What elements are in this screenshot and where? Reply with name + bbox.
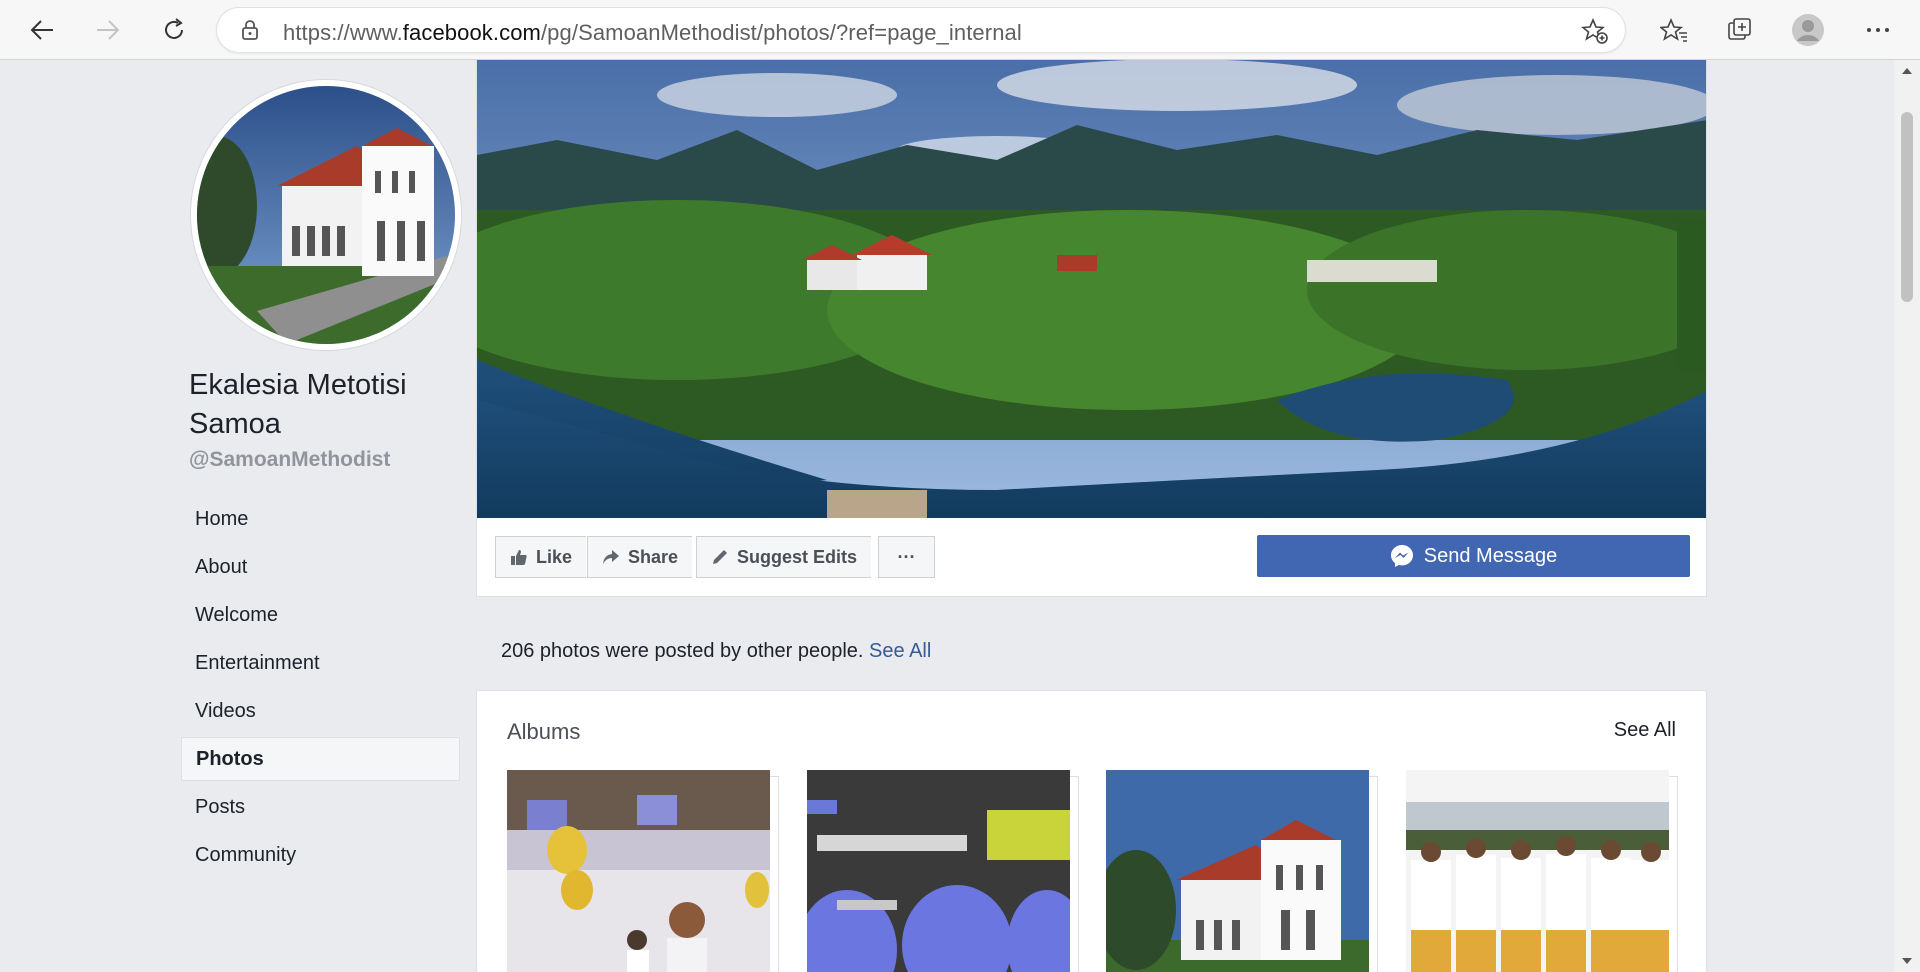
more-actions-button[interactable]: ··· (878, 536, 935, 578)
favorites-icon[interactable] (1654, 10, 1694, 50)
albums-section: Albums See All (476, 690, 1707, 972)
aerial-landscape-icon (477, 60, 1706, 518)
collections-icon[interactable] (1720, 10, 1760, 50)
photos-by-others: 206 photos were posted by other people. … (501, 640, 931, 663)
album-card[interactable] (1406, 770, 1678, 972)
sidebar-item-community[interactable]: Community (181, 833, 460, 877)
forward-icon[interactable] (88, 10, 128, 50)
thumbs-up-icon (511, 550, 527, 565)
albums-see-all-link[interactable]: See All (1614, 719, 1676, 742)
add-favorite-icon[interactable] (1580, 17, 1609, 50)
sidebar-item-welcome[interactable]: Welcome (181, 593, 460, 637)
share-label: Share (628, 546, 679, 567)
album-thumbnail[interactable] (1406, 770, 1669, 972)
back-icon[interactable] (22, 10, 62, 50)
album-card[interactable] (807, 770, 1079, 972)
address-bar[interactable]: https://www.facebook.com/pg/SamoanMethod… (216, 7, 1626, 53)
page-title[interactable]: Ekalesia Metotisi Samoa (189, 366, 449, 444)
album-thumbnail[interactable] (1106, 770, 1369, 972)
sidebar-item-videos[interactable]: Videos (181, 689, 460, 733)
more-dots-icon: ··· (897, 546, 916, 567)
album-thumbnail[interactable] (807, 770, 1070, 972)
photos-by-others-text: 206 photos were posted by other people. (501, 640, 864, 662)
sidebar-item-home[interactable]: Home (181, 497, 460, 541)
url-text[interactable]: https://www.facebook.com/pg/SamoanMethod… (283, 20, 1022, 46)
like-label: Like (536, 546, 573, 567)
scrollbar-thumb[interactable] (1901, 112, 1913, 302)
suggest-edits-button[interactable]: Suggest Edits (696, 536, 872, 578)
messenger-icon (1390, 545, 1413, 567)
more-icon[interactable] (1858, 10, 1898, 50)
lock-icon[interactable] (241, 19, 259, 46)
albums-title: Albums (507, 719, 581, 744)
church-photo-icon (197, 86, 455, 344)
send-message-label: Send Message (1423, 544, 1558, 567)
album-thumbnail[interactable] (507, 770, 770, 972)
scroll-down-icon[interactable] (1902, 958, 1912, 964)
pencil-icon (713, 550, 727, 564)
sidebar-item-posts[interactable]: Posts (181, 785, 460, 829)
word-cloud-image-icon (807, 770, 1070, 972)
share-arrow-icon (603, 550, 619, 564)
album-card[interactable] (1106, 770, 1378, 972)
profile-picture[interactable] (191, 80, 461, 350)
like-button[interactable]: Like (495, 536, 587, 578)
refresh-icon[interactable] (154, 10, 194, 50)
share-button[interactable]: Share (587, 536, 693, 578)
send-message-button[interactable]: Send Message (1257, 535, 1690, 577)
see-all-link[interactable]: See All (869, 640, 931, 662)
page-handle[interactable]: @SamoanMethodist (189, 448, 390, 472)
page-scrollbar[interactable] (1894, 60, 1920, 972)
celebration-photo-icon (507, 770, 770, 972)
sidebar-item-photos[interactable]: Photos (181, 737, 460, 781)
album-card[interactable] (507, 770, 779, 972)
sidebar-nav: Home About Welcome Entertainment Videos … (181, 497, 460, 881)
profile-icon[interactable] (1788, 10, 1828, 50)
browser-toolbar: https://www.facebook.com/pg/SamoanMethod… (0, 0, 1920, 60)
sidebar-item-entertainment[interactable]: Entertainment (181, 641, 460, 685)
suggest-edits-label: Suggest Edits (737, 546, 858, 567)
scroll-up-icon[interactable] (1902, 68, 1912, 74)
cover-photo[interactable] (477, 60, 1706, 518)
group-photo-icon (1406, 770, 1669, 972)
cover-card: Like Share Suggest Edits ··· Send Messag… (476, 60, 1707, 597)
church-building-photo-icon (1106, 770, 1369, 972)
sidebar-item-about[interactable]: About (181, 545, 460, 589)
